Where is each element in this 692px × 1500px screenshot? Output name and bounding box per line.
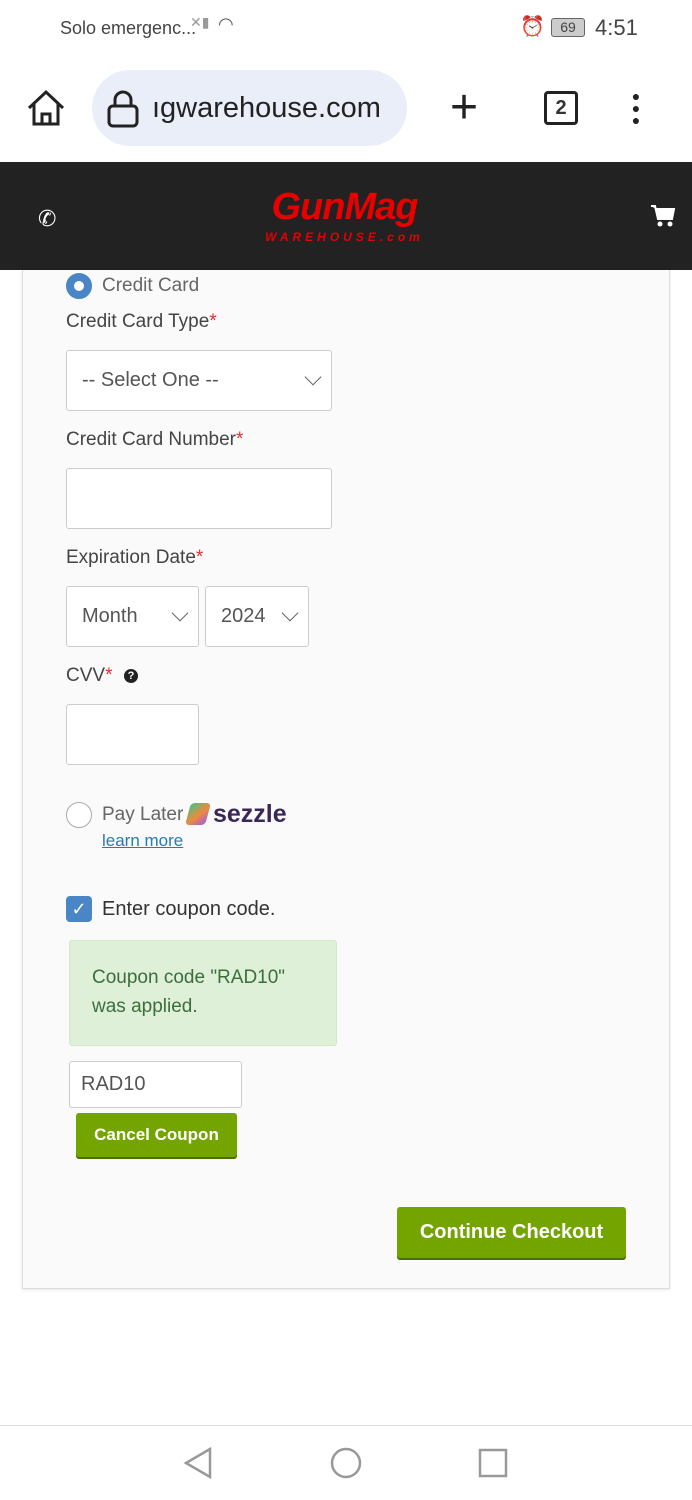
credit-card-label: Credit Card xyxy=(102,275,200,296)
chevron-down-icon xyxy=(171,604,189,622)
cart-icon[interactable] xyxy=(650,204,676,228)
cancel-coupon-button[interactable]: Cancel Coupon xyxy=(76,1113,237,1157)
system-nav-bar xyxy=(0,1425,692,1500)
continue-checkout-button[interactable]: Continue Checkout xyxy=(397,1207,626,1258)
battery-icon: 69 xyxy=(551,18,585,37)
chevron-down-icon xyxy=(281,604,299,622)
credit-card-radio[interactable] xyxy=(66,273,92,299)
tab-count-button[interactable]: 2 xyxy=(544,91,578,125)
cc-number-input[interactable] xyxy=(66,468,332,529)
coupon-checkbox[interactable]: ✓ xyxy=(66,896,92,922)
sezzle-logo: sezzle xyxy=(213,800,287,828)
more-menu-icon[interactable]: ● ● ● xyxy=(630,89,642,127)
home-button[interactable] xyxy=(26,88,66,128)
lock-icon xyxy=(107,90,139,128)
signal-icon: ✕▮ xyxy=(190,14,210,30)
home-icon xyxy=(27,89,65,126)
chevron-down-icon xyxy=(304,368,322,386)
wifi-icon: ◠ xyxy=(218,14,234,34)
phone-icon[interactable]: ✆ xyxy=(38,206,56,232)
home-circle-icon[interactable] xyxy=(329,1446,363,1480)
help-icon[interactable]: ? xyxy=(124,669,138,683)
carrier-text: Solo emergenc... xyxy=(60,18,197,38)
new-tab-icon[interactable]: + xyxy=(450,80,478,136)
clock: 4:51 xyxy=(595,15,638,40)
exp-year-select[interactable]: 2024 xyxy=(205,586,309,647)
coupon-input[interactable]: RAD10 xyxy=(69,1061,242,1108)
cc-number-label: Credit Card Number* xyxy=(66,429,244,450)
coupon-success-alert: Coupon code "RAD10" was applied. xyxy=(69,940,337,1046)
exp-month-select[interactable]: Month xyxy=(66,586,199,647)
pay-later-label: Pay Later xyxy=(102,804,184,825)
cc-type-select[interactable]: -- Select One -- xyxy=(66,350,332,411)
site-logo[interactable]: GunMag WAREHOUSE.com xyxy=(252,184,437,254)
learn-more-link[interactable]: learn more xyxy=(102,831,183,851)
url-text[interactable]: ıgwarehouse.com xyxy=(152,92,381,125)
cvv-label: CVV* xyxy=(66,665,113,686)
coupon-checkbox-label: Enter coupon code. xyxy=(102,898,276,920)
recents-icon[interactable] xyxy=(477,1447,509,1479)
cvv-input[interactable] xyxy=(66,704,199,765)
site-header: ✆ GunMag WAREHOUSE.com xyxy=(0,162,692,270)
alarm-icon: ⏰ xyxy=(520,16,545,38)
back-icon[interactable] xyxy=(182,1446,214,1480)
status-bar: Solo emergenc... ✕▮ ◠ ⏰ 69 4:51 xyxy=(0,0,692,56)
cc-type-label: Credit Card Type* xyxy=(66,311,217,332)
expiration-label: Expiration Date* xyxy=(66,547,204,568)
pay-later-radio[interactable] xyxy=(66,802,92,828)
checkmark-icon: ✓ xyxy=(71,899,87,919)
